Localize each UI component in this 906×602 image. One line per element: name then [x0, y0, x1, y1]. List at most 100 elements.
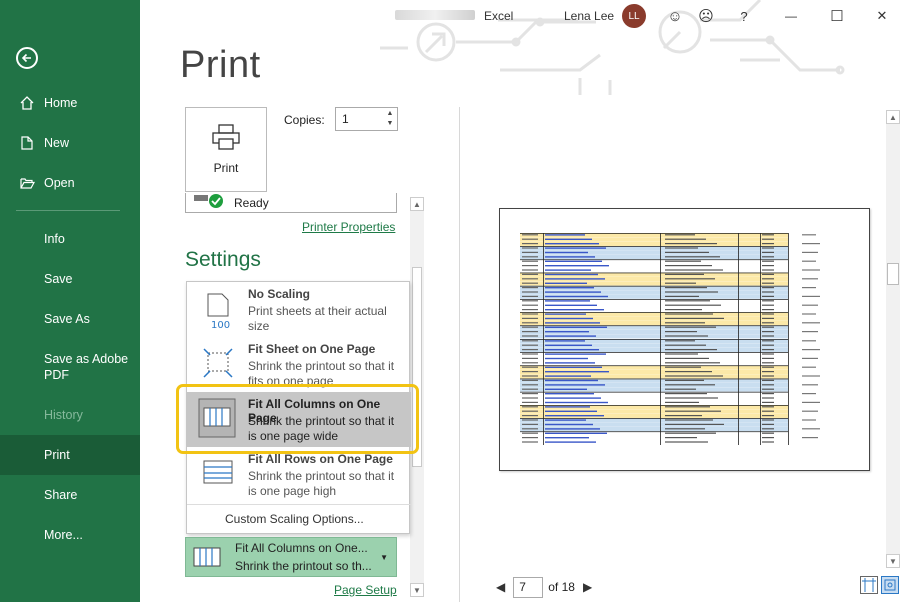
- sidebar-item-save[interactable]: Save: [0, 259, 140, 299]
- show-margins-icon[interactable]: [860, 576, 878, 594]
- next-page-icon[interactable]: ▶: [583, 580, 592, 594]
- preview-row: [520, 237, 788, 242]
- preview-scrollbar[interactable]: ▲ ▼: [886, 110, 900, 568]
- print-preview-page: [499, 208, 870, 471]
- sidebar-item-share[interactable]: Share: [0, 475, 140, 515]
- new-file-icon: [18, 136, 36, 150]
- preview-row: [520, 268, 820, 273]
- preview-row: [520, 255, 788, 260]
- preview-row: [520, 387, 788, 392]
- help-icon[interactable]: ?: [733, 5, 755, 27]
- scroll-up-icon[interactable]: ▲: [410, 197, 424, 211]
- current-page-input[interactable]: 7: [513, 576, 544, 598]
- zoom-to-page-icon[interactable]: [881, 576, 899, 594]
- sidebar-item-label: Save as Adobe PDF: [44, 352, 129, 382]
- page-setup-link[interactable]: Page Setup: [334, 583, 397, 597]
- preview-column-line: [760, 233, 761, 445]
- preview-column-line: [738, 233, 739, 445]
- sidebar-item-label: Info: [44, 232, 65, 246]
- sidebar-item-new[interactable]: New: [0, 123, 140, 163]
- preview-row: [520, 241, 820, 246]
- scroll-up-icon[interactable]: ▲: [886, 110, 900, 124]
- no-scaling-icon: 100: [202, 292, 234, 331]
- preview-row: [520, 329, 818, 334]
- preview-row: [520, 413, 788, 418]
- sidebar-item-label: Home: [44, 96, 78, 110]
- printer-properties-link[interactable]: Printer Properties: [302, 220, 395, 234]
- print-button[interactable]: Print: [185, 107, 267, 192]
- preview-row: [520, 321, 820, 326]
- chevron-down-icon: ▼: [380, 553, 388, 562]
- scroll-down-icon[interactable]: ▼: [410, 583, 424, 597]
- preview-row: [520, 365, 816, 370]
- preview-row: [520, 422, 788, 427]
- preview-row: [520, 303, 818, 308]
- option-desc: Print sheets at their actual size: [248, 304, 387, 333]
- preview-content: [520, 233, 820, 445]
- printer-status: Ready: [234, 196, 269, 210]
- preview-row: [520, 440, 788, 445]
- preview-row: [520, 400, 820, 405]
- preview-row: [520, 378, 788, 383]
- settings-heading: Settings: [185, 248, 261, 271]
- printer-select[interactable]: Ready: [185, 193, 397, 213]
- preview-row: [520, 281, 788, 286]
- blurred-filename: [395, 10, 475, 20]
- fit-sheet-icon: [202, 347, 234, 379]
- scaling-option-no-scaling[interactable]: 100 No Scaling Print sheets at their act…: [187, 282, 411, 337]
- preview-row: [520, 352, 788, 357]
- sidebar-divider: [16, 210, 120, 211]
- option-desc: Shrink the printout so that it is one pa…: [248, 469, 395, 498]
- custom-scaling-options[interactable]: Custom Scaling Options...: [225, 512, 364, 526]
- spin-arrows-icon[interactable]: ▲ ▼: [385, 109, 395, 129]
- backstage-sidebar: Home New Open Info Save Save As Save as …: [0, 0, 140, 602]
- minimize-icon[interactable]: —: [780, 5, 802, 27]
- back-arrow-icon[interactable]: [16, 47, 38, 69]
- sidebar-item-label: Share: [44, 488, 78, 502]
- option-title: No Scaling: [248, 287, 311, 301]
- print-button-label: Print: [213, 161, 239, 175]
- sidebar-item-info[interactable]: Info: [0, 219, 140, 259]
- copies-label: Copies:: [284, 113, 325, 127]
- printer-icon: [211, 124, 241, 153]
- close-icon[interactable]: ✕: [871, 5, 893, 27]
- frown-feedback-icon[interactable]: ☹: [695, 5, 717, 27]
- sidebar-item-print[interactable]: Print: [0, 435, 140, 475]
- option-title: Fit Sheet on One Page: [248, 342, 376, 356]
- fit-rows-icon: [202, 457, 234, 489]
- sidebar-item-home[interactable]: Home: [0, 83, 140, 123]
- preview-row: [520, 396, 788, 401]
- scroll-down-icon[interactable]: ▼: [886, 554, 900, 568]
- panel-divider: [459, 107, 460, 602]
- scaling-option-fit-rows[interactable]: Fit All Rows on One Page Shrink the prin…: [187, 447, 411, 502]
- sidebar-item-open[interactable]: Open: [0, 163, 140, 203]
- sidebar-item-save-as[interactable]: Save As: [0, 299, 140, 339]
- maximize-icon[interactable]: ☐: [826, 5, 848, 27]
- scaling-dropdown[interactable]: Fit All Columns on One... Shrink the pri…: [185, 537, 397, 577]
- preview-row: [520, 361, 788, 366]
- sidebar-item-label: Save As: [44, 312, 90, 326]
- copies-stepper[interactable]: 1 ▲ ▼: [335, 107, 398, 131]
- sidebar-item-label: Save: [44, 272, 73, 286]
- highlight-ring: [176, 384, 419, 454]
- smile-feedback-icon[interactable]: ☺: [664, 5, 686, 27]
- user-name[interactable]: Lena Lee: [564, 9, 614, 23]
- preview-row: [520, 374, 820, 379]
- preview-column-line: [788, 233, 789, 445]
- preview-row: [520, 347, 820, 352]
- preview-row: [520, 263, 788, 268]
- preview-row: [520, 325, 788, 330]
- preview-row: [520, 334, 788, 339]
- preview-row: [520, 290, 788, 295]
- sidebar-item-more[interactable]: More...: [0, 515, 140, 555]
- preview-row: [520, 391, 816, 396]
- scroll-thumb[interactable]: [887, 263, 899, 285]
- preview-row: [520, 339, 816, 344]
- sidebar-item-label: New: [44, 136, 70, 150]
- sidebar-item-save-as-pdf[interactable]: Save as Adobe PDF: [0, 343, 130, 391]
- preview-row: [520, 277, 818, 282]
- sidebar-item-history: History: [0, 395, 140, 435]
- preview-row: [520, 233, 816, 238]
- avatar[interactable]: LL: [622, 4, 646, 28]
- prev-page-icon[interactable]: ◀: [496, 580, 505, 594]
